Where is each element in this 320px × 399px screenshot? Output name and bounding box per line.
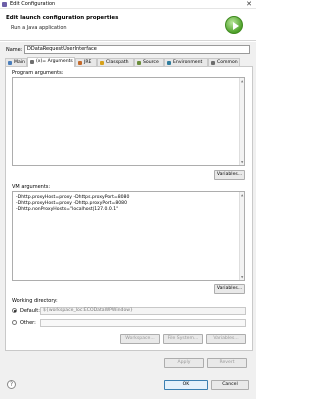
workspace-button[interactable]: Workspace... (120, 334, 160, 344)
dialog-header: Edit launch configuration properties Run… (0, 10, 256, 41)
other-directory-field (40, 319, 246, 327)
name-label: Name: (6, 47, 23, 53)
apply-button[interactable]: Apply (164, 358, 204, 368)
classpath-icon (100, 61, 104, 65)
help-icon[interactable]: ? (7, 380, 16, 389)
close-icon[interactable]: ✕ (246, 0, 252, 8)
cancel-button[interactable]: Cancel (211, 380, 249, 390)
tab-arguments[interactable]: (x)= Arguments (27, 57, 75, 67)
scroll-up-icon[interactable]: ▲ (241, 193, 243, 197)
vm-argument-line: -Dhttp.nonProxyHosts="localhost|127.0.0.… (16, 207, 119, 212)
vm-arguments-label: VM arguments: (12, 184, 51, 190)
common-icon (211, 61, 215, 65)
tab-classpath-label: Classpath (106, 60, 129, 65)
name-input[interactable]: DDataRequestUserInterface (24, 45, 250, 54)
vm-arguments-scrollbar[interactable]: ▲ ▼ (239, 192, 244, 280)
scroll-up-icon[interactable]: ▲ (241, 79, 243, 83)
tab-common-label: Common (217, 60, 238, 65)
other-radio[interactable] (12, 320, 17, 325)
arguments-icon (30, 60, 34, 64)
main-class-icon (8, 61, 12, 65)
title-bar: Edit Configuration ✕ (0, 0, 256, 9)
tab-arguments-label: (x)= Arguments (36, 59, 73, 64)
source-icon (137, 61, 141, 65)
working-directory-label: Working directory: (12, 298, 58, 304)
scroll-down-icon[interactable]: ▼ (241, 160, 243, 164)
tab-source-label: Source (143, 60, 159, 65)
run-icon (225, 16, 243, 34)
program-arguments-label: Program arguments: (12, 70, 64, 76)
dialog-subtitle: Run a Java application (11, 25, 67, 31)
default-radio-label: Default: (20, 308, 40, 314)
vm-arguments-text: -Dhttp.proxyHost=proxy -Dhttps.proxyPort… (16, 195, 129, 213)
ok-button[interactable]: OK (164, 380, 208, 390)
program-arguments-textarea[interactable]: ▲ ▼ (12, 77, 245, 166)
vm-arguments-variables-button[interactable]: Variables... (214, 284, 245, 294)
program-arguments-scrollbar[interactable]: ▲ ▼ (239, 78, 244, 165)
file-system-button[interactable]: File System... (163, 334, 203, 344)
revert-button[interactable]: Revert (207, 358, 247, 368)
working-directory-variables-button[interactable]: Variables... (206, 334, 246, 344)
default-radio[interactable] (12, 308, 17, 313)
jre-icon (78, 61, 82, 65)
other-radio-label: Other: (20, 320, 36, 326)
tab-environment-label: Environment (173, 60, 203, 65)
default-directory-field: ${workspace_loc:ECODataWPWindow} (40, 307, 246, 315)
environment-icon (167, 61, 171, 65)
tab-main-label: Main (14, 60, 25, 65)
dialog-heading: Edit launch configuration properties (6, 15, 119, 21)
tab-jre-label: JRE (84, 60, 92, 65)
app-icon (2, 2, 7, 7)
scroll-down-icon[interactable]: ▼ (241, 275, 243, 279)
window-title: Edit Configuration (10, 1, 56, 7)
program-arguments-variables-button[interactable]: Variables... (214, 170, 245, 180)
